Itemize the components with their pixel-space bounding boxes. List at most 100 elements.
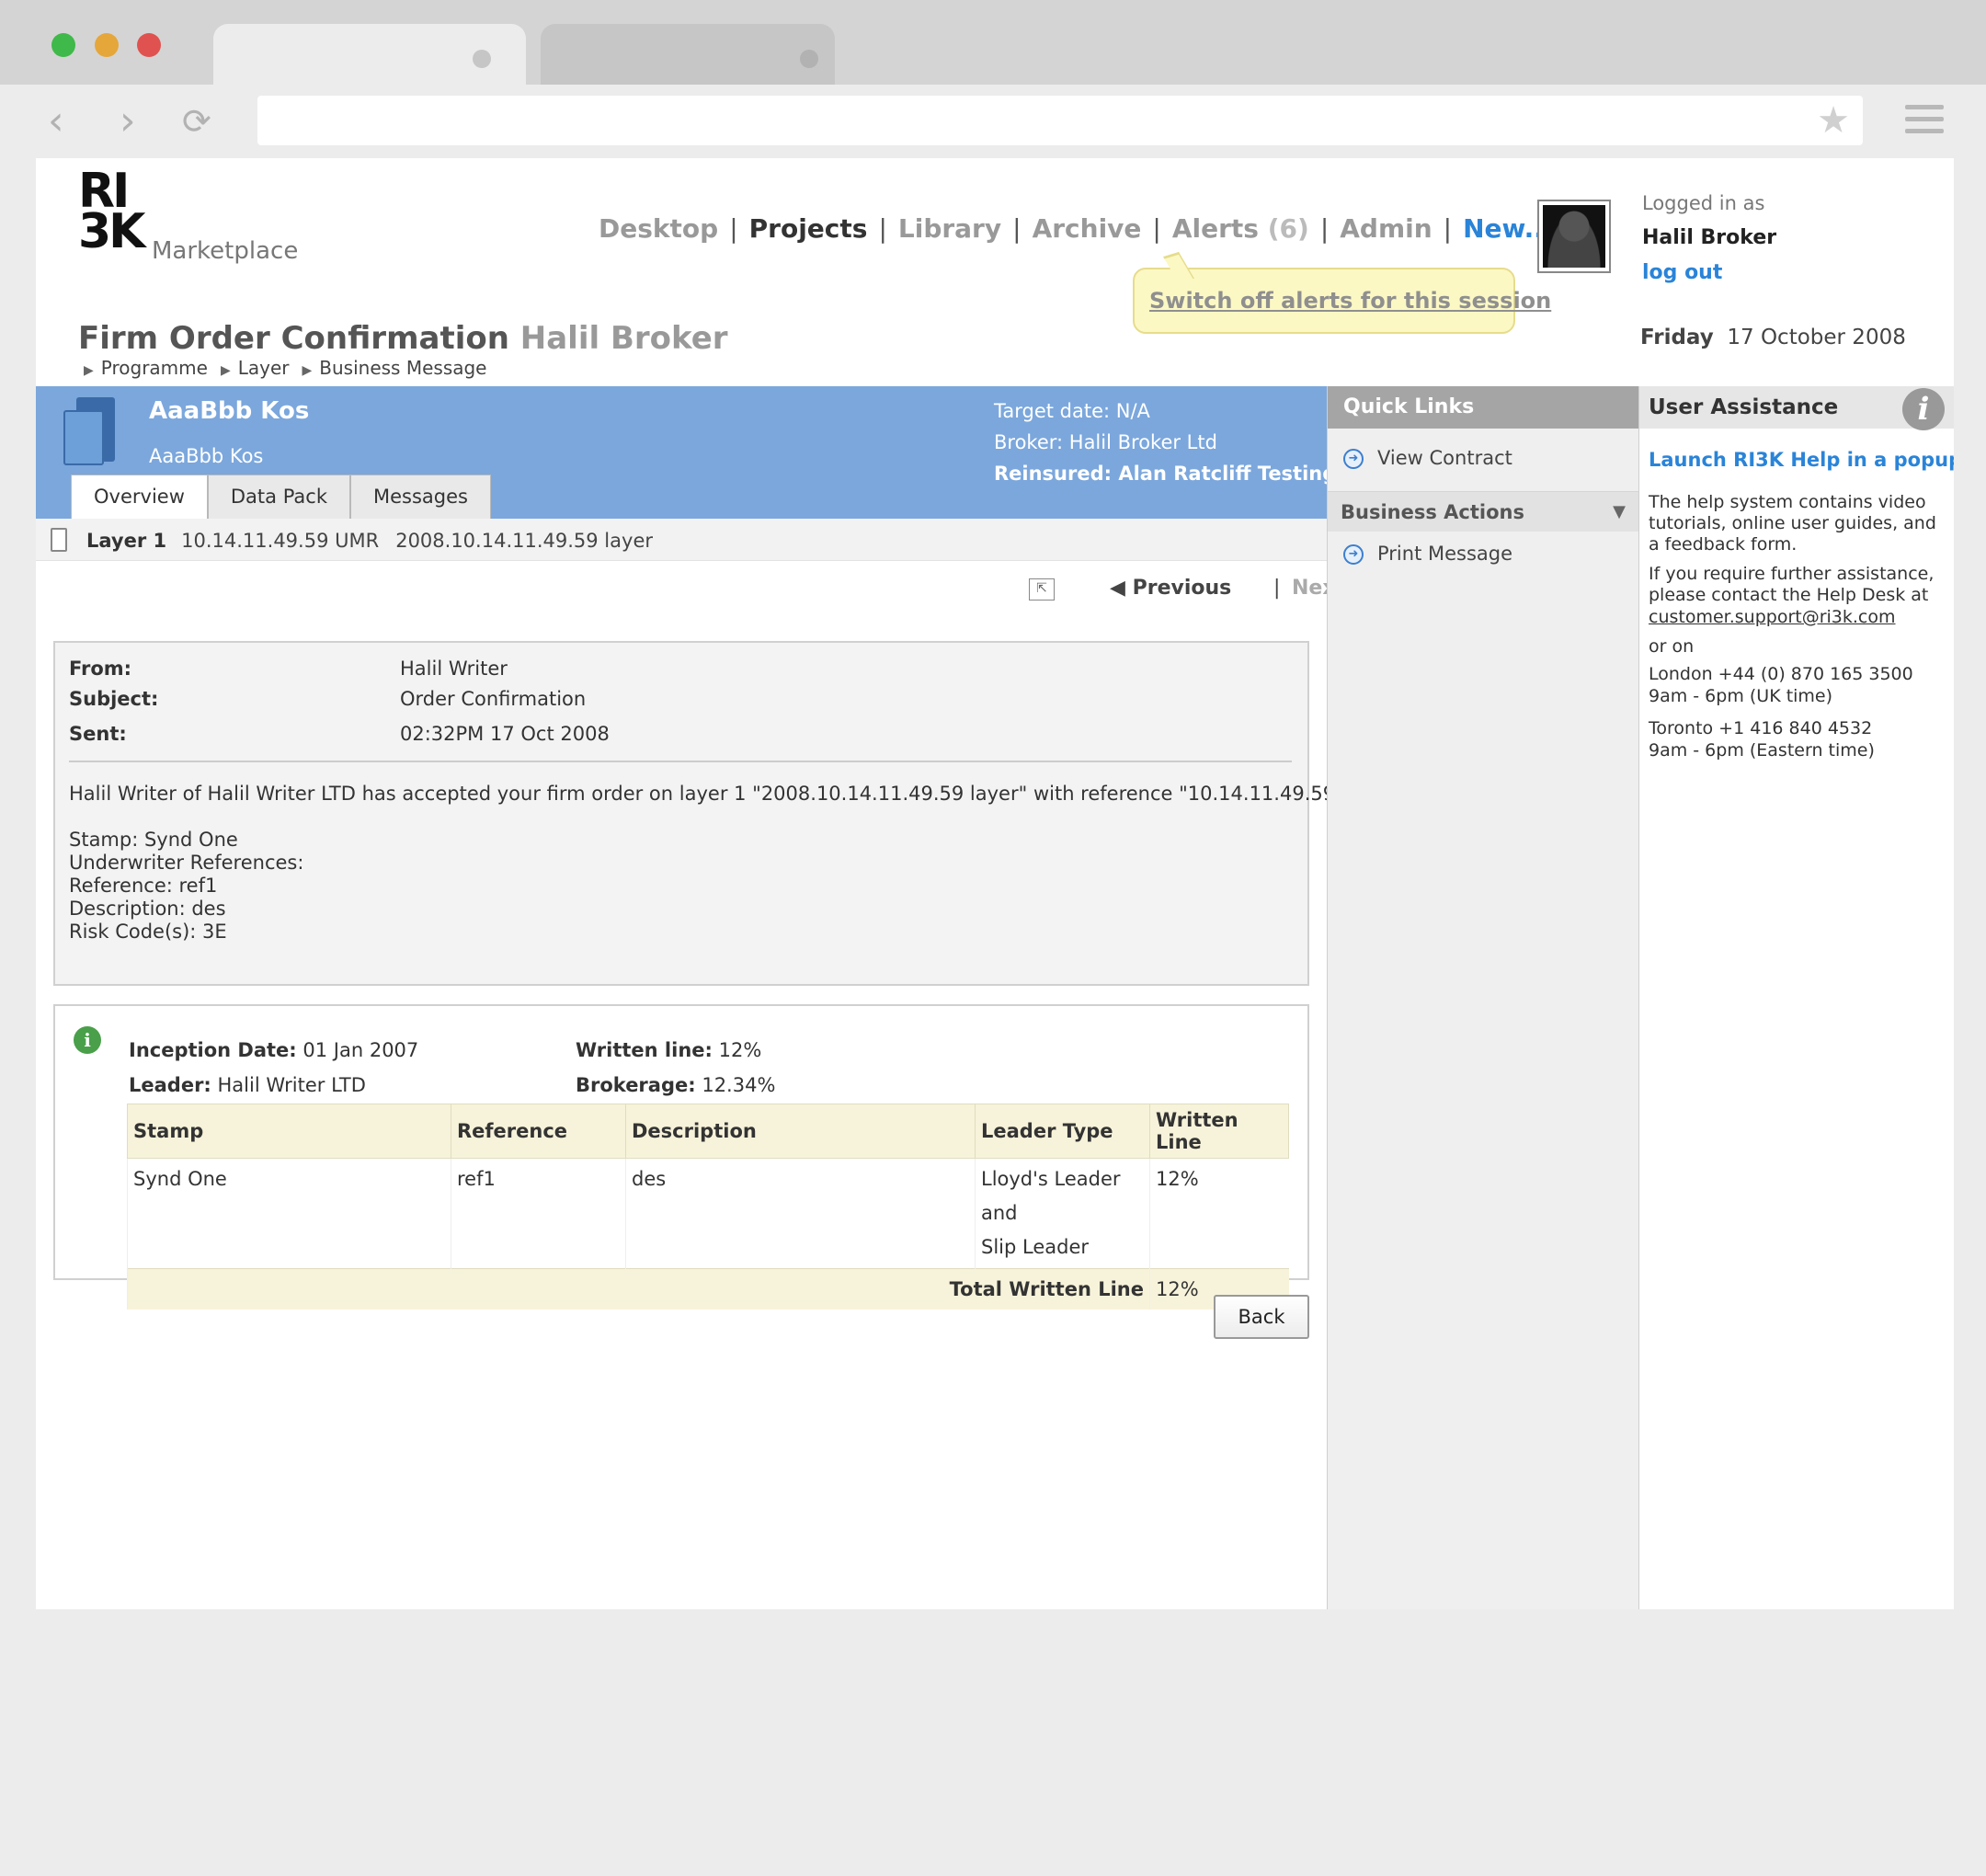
view-contract-label: View Contract [1377,447,1512,469]
date-day: Friday [1640,326,1714,349]
print-message-link[interactable]: ➜ Print Message [1328,532,1638,583]
leader-label: Leader: [129,1074,211,1096]
inception-date: Inception Date: 01 Jan 2007 [129,1039,418,1061]
breadcrumb: ▶ Programme ▶ Layer ▶ Business Message [84,357,487,379]
quick-links-title: Quick Links [1328,386,1638,429]
logout-link[interactable]: log out [1642,256,1776,291]
nav-archive[interactable]: Archive [1033,213,1142,244]
toronto-hours: 9am - 6pm (Eastern time) [1649,740,1875,761]
nav-admin[interactable]: Admin [1340,213,1432,244]
nav-alerts[interactable]: Alerts (6) [1172,213,1309,244]
login-info: Logged in as Halil Broker log out [1642,186,1776,291]
sent-label: Sent: [69,723,127,745]
stamp-table: Stamp Reference Description Leader Type … [127,1104,1289,1310]
back-arrow-icon[interactable]: ‹ [48,101,64,142]
detail-description: Description: des [69,898,226,920]
chevron-down-icon: ▼ [1613,502,1626,521]
project-subtitle: AaaBbb Kos [149,445,264,467]
breadcrumb-business-message[interactable]: Business Message [319,357,486,379]
layer-name: 2008.10.14.11.49.59 layer [395,530,653,552]
detail-underwriter-refs: Underwriter References: [69,852,304,874]
breadcrumb-layer[interactable]: Layer [238,357,290,379]
help-description: The help system contains video tutorials… [1649,492,1936,555]
table-total-row: Total Written Line 12% [127,1268,1289,1310]
target-date: Target date: N/A [994,400,1150,422]
ri3k-logo[interactable]: RI 3K Marketplace [78,167,298,265]
pager-separator: | [1273,577,1281,600]
brokerage-value: 12.34% [702,1074,776,1096]
project-title: AaaBbb Kos [149,397,310,425]
col-description: Description [625,1104,976,1159]
previous-arrow-icon: ◀ [1110,577,1125,600]
window-minimize-button[interactable] [95,33,119,57]
nav-desktop[interactable]: Desktop [599,213,718,244]
nav-library[interactable]: Library [898,213,1001,244]
col-leader-type: Leader Type [975,1104,1150,1159]
window-maximize-button[interactable] [51,33,75,57]
table-row: Synd One ref1 des Lloyd's Leader and Slip… [127,1158,1289,1269]
business-actions-title: Business Actions [1341,501,1524,523]
leader: Leader: Halil Writer LTD [129,1074,366,1096]
message-box: From: Halil Writer Subject: Order Confirma… [53,641,1400,986]
col-written-line: Written Line [1149,1104,1289,1159]
launch-help-link[interactable]: Launch RI3K Help in a popup [1649,449,1954,471]
from-row: From: Halil Writer [69,658,508,680]
date-full: 17 October 2008 [1727,326,1906,349]
view-contract-link[interactable]: ➜ View Contract [1328,429,1638,491]
tab-close-icon[interactable] [800,50,818,68]
support-email-link[interactable]: customer.support@ri3k.com [1649,607,1952,628]
browser-tab-active[interactable] [213,24,526,85]
forward-arrow-icon[interactable]: › [120,101,136,142]
tab-close-icon[interactable] [473,50,491,68]
browser-tab-inactive[interactable] [541,24,835,85]
leader-type-line-2: Slip Leader [981,1236,1090,1258]
inception-value: 01 Jan 2007 [302,1039,419,1061]
reinsured-info: Reinsured: Alan Ratcliff Testing [994,463,1337,485]
tab-messages[interactable]: Messages [350,475,491,519]
help-contact-text: If you require further assistance, pleas… [1649,564,1935,605]
brokerage: Brokerage: 12.34% [576,1074,775,1096]
london-phone: London +44 (0) 870 165 3500 [1649,664,1913,684]
previous-label: Previous [1132,577,1232,600]
col-reference: Reference [451,1104,626,1159]
subject-value: Order Confirmation [400,688,587,710]
page-title-broker: Halil Broker [519,320,728,357]
address-bar[interactable]: ★ [257,96,1863,145]
tab-data-pack[interactable]: Data Pack [207,475,350,519]
info-icon[interactable]: i [1902,388,1945,430]
written-line: Written line: 12% [576,1039,761,1061]
back-button[interactable]: Back [1214,1295,1309,1339]
project-info: Target date: N/A Broker: Halil Broker Lt… [994,395,1336,489]
nav-separator: | [1443,213,1453,244]
reload-icon[interactable]: ⟳ [182,103,211,140]
project-folder-icon [60,397,117,465]
message-body: Halil Writer of Halil Writer LTD has acc… [69,783,1401,805]
breadcrumb-arrow-icon: ▶ [84,363,94,378]
sent-value: 02:32PM 17 Oct 2008 [400,723,610,745]
breadcrumb-programme[interactable]: Programme [101,357,208,379]
layer-umr: 10.14.11.49.59 UMR [181,530,380,552]
previous-link[interactable]: ◀ Previous [1110,577,1231,600]
brokerage-label: Brokerage: [576,1074,696,1096]
message-divider [69,761,1292,762]
sent-row: Sent: 02:32PM 17 Oct 2008 [69,723,610,745]
bookmark-star-icon[interactable]: ★ [1817,99,1850,142]
business-actions-header[interactable]: Business Actions ▼ [1328,491,1638,532]
written-label: Written line: [576,1039,713,1061]
switch-off-alerts-link[interactable]: Switch off alerts for this session [1149,288,1551,314]
web-page: RI 3K Marketplace Desktop | Projects | Libra… [36,158,1954,1609]
nav-projects[interactable]: Projects [749,213,868,244]
user-assistance-panel: User Assistance i Launch RI3K Help in a … [1639,386,1954,1609]
up-level-icon[interactable]: ⇱ [1029,578,1055,601]
browser-tab-strip [0,0,1986,85]
inception-label: Inception Date: [129,1039,297,1061]
leader-type-line-1: Lloyd's Leader and [981,1168,1121,1224]
cell-description: des [625,1158,976,1269]
print-message-label: Print Message [1377,543,1513,565]
avatar[interactable] [1537,200,1611,273]
tab-overview[interactable]: Overview [71,475,208,519]
browser-menu-icon[interactable] [1905,105,1944,141]
tooltip-pointer [1163,252,1194,283]
window-close-button[interactable] [137,33,161,57]
user-assistance-header: User Assistance i [1639,386,1954,430]
